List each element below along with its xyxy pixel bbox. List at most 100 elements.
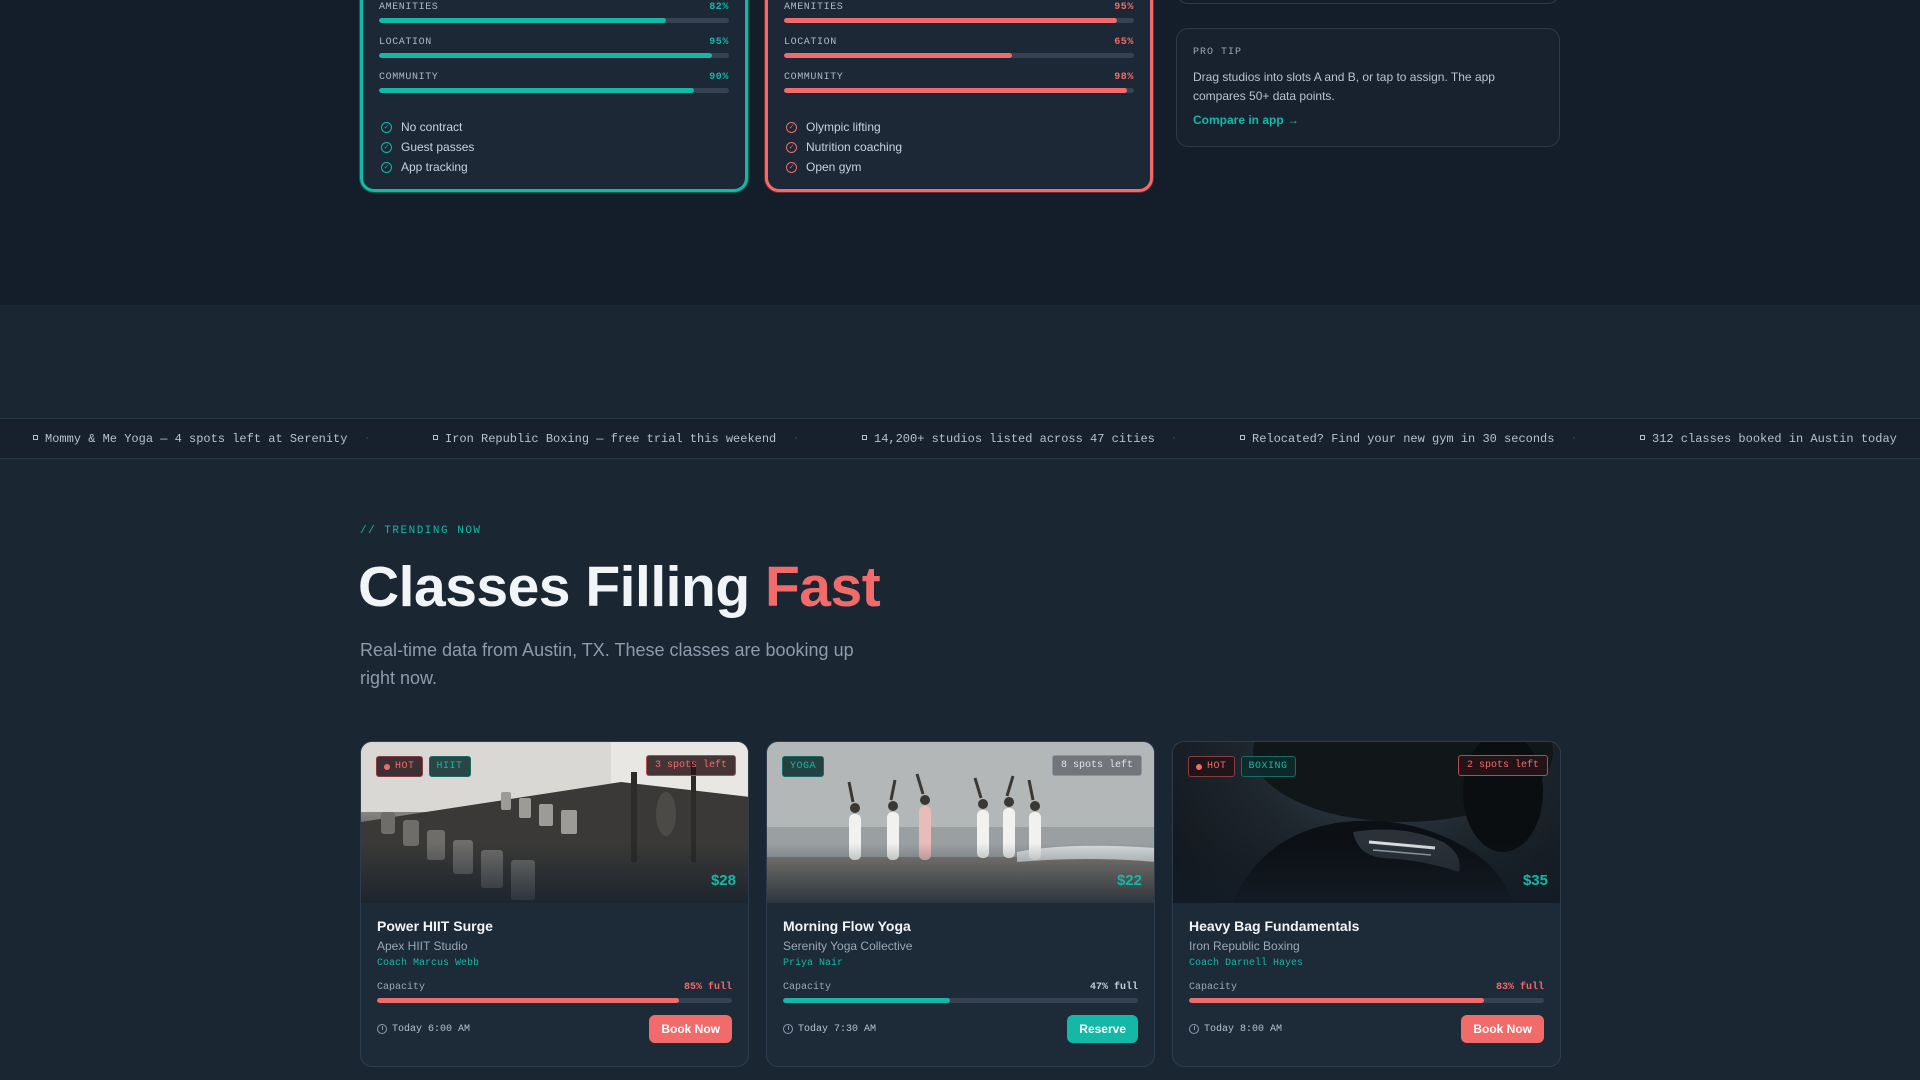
metric-label: AMENITIES [784, 2, 844, 13]
coach-name[interactable]: Coach Marcus Webb [377, 958, 732, 969]
pro-tip-text: Drag studios into slots A and B, or tap … [1193, 70, 1495, 103]
class-badges: HOT HIIT [376, 756, 471, 777]
class-name: Morning Flow Yoga [783, 918, 911, 934]
check-circle-icon: ✓ [381, 161, 392, 173]
ticker-separator: · [1172, 430, 1176, 444]
ticker-text: Iron Republic Boxing — free trial this w… [445, 432, 777, 446]
hot-badge: HOT [376, 756, 423, 777]
ticker-item: 14,200+ studios listed across 47 cities [862, 432, 1155, 446]
capacity-label: Capacity [783, 982, 832, 993]
metric-bar-fill [379, 53, 712, 58]
feature-item: ✓ Olympic lifting [786, 117, 902, 137]
metric-bar [379, 88, 729, 93]
metric-location: LOCATION 95% [379, 37, 729, 58]
metric-value: 95% [709, 37, 729, 48]
check-circle-icon: ✓ [381, 141, 392, 153]
capacity-row: Capacity 47% full [783, 982, 1138, 993]
class-card-body: Heavy Bag Fundamentals Iron Republic Box… [1173, 903, 1560, 1058]
metric-bar [784, 18, 1134, 23]
class-card-power-hiit[interactable]: HOT HIIT 3 spots left $28 Power HIIT Sur… [360, 741, 749, 1067]
metric-bar-fill [784, 18, 1117, 23]
studio-slot-a[interactable]: AMENITIES 82% LOCATION 95% COMMUNITY 90% ✓ N… [360, 0, 748, 192]
feature-label: Olympic lifting [806, 120, 881, 134]
hot-dot-icon [384, 763, 390, 770]
category-badge: BOXING [1240, 756, 1296, 777]
clock-icon [1189, 1024, 1199, 1034]
book-now-button[interactable]: Book Now [649, 1015, 732, 1043]
capacity-value: 85% full [683, 982, 732, 993]
studio-name: Serenity Yoga Collective [783, 939, 913, 953]
compare-section: AMENITIES 82% LOCATION 95% COMMUNITY 90% ✓ N… [0, 0, 1920, 305]
studio-name: Apex HIIT Studio [377, 939, 468, 953]
class-price: $22 [1116, 872, 1142, 889]
metric-label: COMMUNITY [379, 72, 439, 83]
pro-tip-label: PRO TIP [1193, 47, 1243, 58]
reserve-button[interactable]: Reserve [1067, 1015, 1138, 1043]
ticker-item: Mommy & Me Yoga — 4 spots left at Sereni… [33, 432, 347, 446]
ticker-separator: · [794, 430, 798, 444]
hot-label: HOT [395, 761, 415, 772]
ticker-text: Mommy & Me Yoga — 4 spots left at Sereni… [45, 432, 348, 446]
class-price: $28 [710, 872, 736, 889]
metric-label: COMMUNITY [784, 72, 844, 83]
studio-slot-b[interactable]: AMENITIES 95% LOCATION 65% COMMUNITY 98% ✓ O… [765, 0, 1153, 192]
metric-community: COMMUNITY 98% [784, 72, 1134, 93]
capacity-bar [1189, 998, 1544, 1003]
feature-item: ✓ Nutrition coaching [786, 137, 902, 157]
class-photo: YOGA 8 spots left $22 [767, 742, 1154, 903]
metric-bar [784, 53, 1134, 58]
feature-list: ✓ Olympic lifting ✓ Nutrition coaching ✓ Op… [786, 117, 902, 177]
class-time: Today 8:00 AM [1189, 1024, 1282, 1035]
metric-label: LOCATION [784, 37, 837, 48]
metric-value: 95% [1114, 2, 1134, 13]
class-name: Power HIIT Surge [377, 918, 493, 934]
feature-label: Guest passes [401, 140, 475, 154]
studio-name: Iron Republic Boxing [1189, 939, 1300, 953]
news-ticker: Mommy & Me Yoga — 4 spots left at Sereni… [0, 418, 1920, 459]
metric-value: 90% [709, 72, 729, 83]
title-main: Classes Filling [358, 555, 765, 619]
clock-icon [377, 1024, 387, 1034]
title-accent: Fast [764, 555, 881, 619]
class-card-heavy-bag[interactable]: HOT BOXING 2 spots left $35 Heavy Bag Fu… [1172, 741, 1561, 1067]
capacity-bar [783, 998, 1138, 1003]
coach-name[interactable]: Coach Darnell Hayes [1189, 958, 1544, 969]
feature-label: Open gym [806, 160, 862, 174]
metric-bar [784, 88, 1134, 93]
capacity-label: Capacity [377, 982, 426, 993]
metric-value: 82% [709, 2, 729, 13]
class-card-morning-flow-yoga[interactable]: YOGA 8 spots left $22 Morning Flow Yoga … [766, 741, 1155, 1067]
metric-bar-fill [379, 18, 666, 23]
square-bullet-icon [1240, 435, 1245, 441]
class-card-body: Power HIIT Surge Apex HIIT Studio Coach … [361, 903, 748, 1058]
metric-bar-fill [379, 88, 694, 93]
feature-label: App tracking [401, 160, 468, 174]
class-card-footer: Today 7:30 AM Reserve [783, 1015, 1138, 1043]
coach-name[interactable]: Priya Nair [783, 958, 1138, 969]
compare-in-app-link[interactable]: Compare in app → [1193, 113, 1299, 127]
check-circle-icon: ✓ [381, 121, 392, 133]
class-badges: HOT BOXING [1188, 756, 1296, 777]
metric-bar [379, 53, 729, 58]
metric-value: 65% [1114, 37, 1134, 48]
photo-gradient [361, 843, 748, 903]
book-now-button[interactable]: Book Now [1461, 1015, 1544, 1043]
feature-label: No contract [401, 120, 463, 134]
capacity-bar-fill [783, 998, 950, 1003]
side-panel-edge [1176, 0, 1560, 4]
hot-dot-icon [1196, 763, 1202, 770]
capacity-bar-fill [1189, 998, 1484, 1003]
section-eyebrow: // TRENDING NOW [360, 525, 482, 537]
feature-item: ✓ No contract [381, 117, 474, 137]
capacity-row: Capacity 83% full [1189, 982, 1544, 993]
capacity-bar-fill [377, 998, 679, 1003]
ticker-item: Relocated? Find your new gym in 30 secon… [1240, 432, 1554, 446]
capacity-label: Capacity [1189, 982, 1238, 993]
capacity-row: Capacity 85% full [377, 982, 732, 993]
category-badge: HIIT [428, 756, 471, 777]
ticker-separator: · [1572, 430, 1576, 444]
metric-location: LOCATION 65% [784, 37, 1134, 58]
capacity-bar [377, 998, 732, 1003]
metric-community: COMMUNITY 90% [379, 72, 729, 93]
class-time-text: Today 6:00 AM [392, 1023, 471, 1035]
